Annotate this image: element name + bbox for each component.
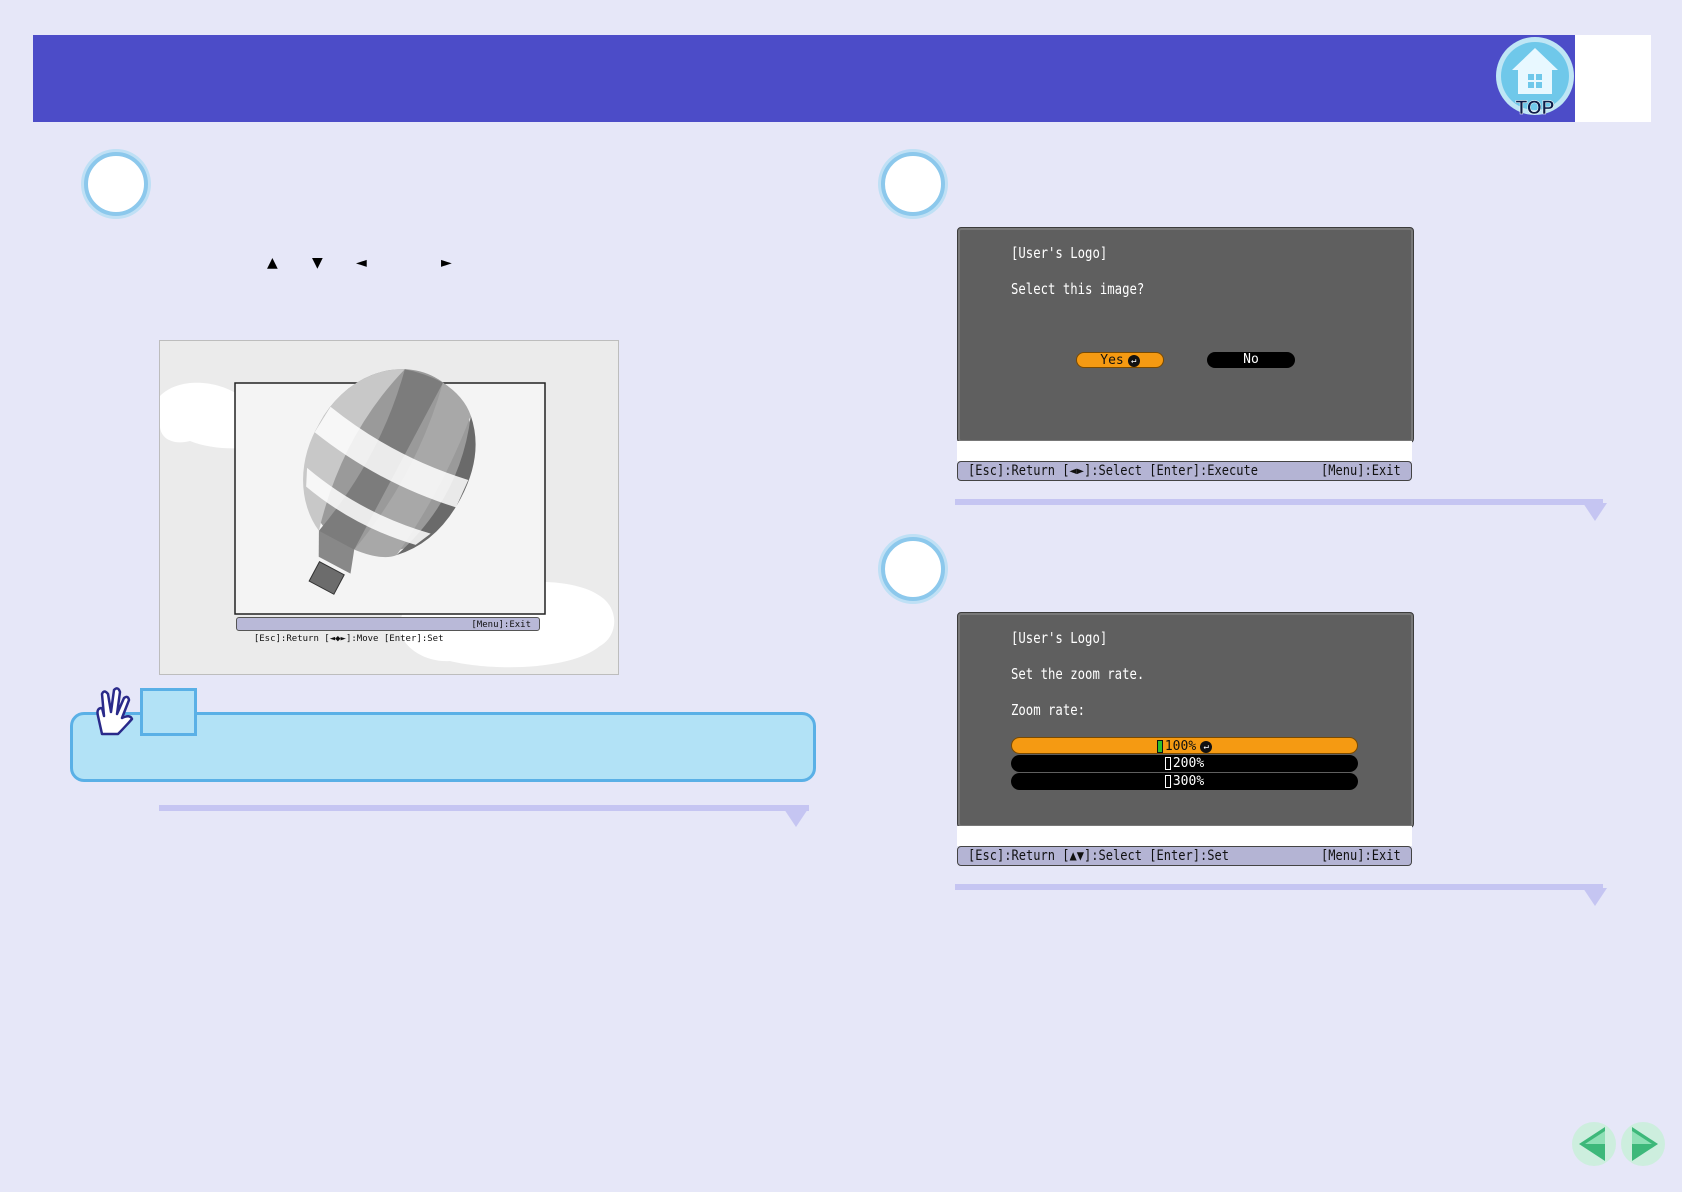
no-button[interactable]: No xyxy=(1207,352,1295,368)
down-arrow-icon: ▼ xyxy=(312,255,323,271)
left-divider-arrow-icon xyxy=(784,809,808,827)
enter-key-icon: ↵ xyxy=(1200,740,1213,753)
zoom-option-100-label: 100% xyxy=(1164,739,1197,754)
left-section-divider xyxy=(159,805,809,811)
pointing-hand-icon xyxy=(92,686,136,738)
radio-icon xyxy=(1164,775,1171,788)
zoom-option-300-label: 300% xyxy=(1172,774,1205,789)
header-bar xyxy=(33,35,1575,122)
zoom-option-100[interactable]: 100% ↵ xyxy=(1011,737,1358,754)
next-page-icon xyxy=(1621,1122,1665,1166)
balloon-help-bar: [Esc]:Return [◄◆►]:Move [Enter]:Set [Men… xyxy=(236,617,540,644)
up-arrow-icon: ▲ xyxy=(267,255,278,271)
top-home-button[interactable]: TOP xyxy=(1494,36,1576,122)
zoom-option-300[interactable]: 300% xyxy=(1011,773,1358,790)
right-arrow-icon: ► xyxy=(441,255,452,271)
enter-key-icon: ↵ xyxy=(1127,354,1140,367)
step-circle-left xyxy=(84,152,148,216)
dialog-zoom-help-bar: [Esc]:Return [▲▼]:Select [Enter]:Set [Me… xyxy=(957,846,1412,866)
dialog-zoom-label: Zoom rate: xyxy=(1011,701,1086,719)
step-circle-right-2 xyxy=(881,537,945,601)
previous-page-button[interactable] xyxy=(1571,1121,1617,1167)
previous-page-icon xyxy=(1572,1122,1616,1166)
zoom-option-200[interactable]: 200% xyxy=(1011,755,1358,772)
dialog-select-white-strip xyxy=(957,441,1412,461)
zoom-option-200-label: 200% xyxy=(1172,756,1205,771)
balloon-help-left: [Esc]:Return [◄◆►]:Move [Enter]:Set xyxy=(253,634,444,644)
yes-button-label: Yes xyxy=(1100,353,1124,368)
dialog-zoom-message: Set the zoom rate. xyxy=(1011,665,1145,683)
dialog-select-title: [User's Logo] xyxy=(1011,244,1108,262)
dialog-select-help-left: [Esc]:Return [◄►]:Select [Enter]:Execute xyxy=(968,463,1258,479)
top-label: TOP xyxy=(1515,98,1555,120)
dialog-zoom-help-right: [Menu]:Exit xyxy=(1321,848,1401,864)
tip-tab xyxy=(140,688,197,736)
right-divider-1-arrow-icon xyxy=(1583,503,1607,521)
balloon-help-right: [Menu]:Exit xyxy=(471,620,531,630)
header-page-corner xyxy=(1575,35,1651,122)
zoom-rate-dialog: [User's Logo] Set the zoom rate. Zoom ra… xyxy=(957,612,1414,828)
radio-selected-icon xyxy=(1156,740,1163,753)
dialog-select-help-bar: [Esc]:Return [◄►]:Select [Enter]:Execute… xyxy=(957,461,1412,481)
dialog-zoom-help-left: [Esc]:Return [▲▼]:Select [Enter]:Set xyxy=(968,848,1229,864)
dialog-zoom-title: [User's Logo] xyxy=(1011,629,1108,647)
dialog-select-help-right: [Menu]:Exit xyxy=(1321,463,1401,479)
radio-icon xyxy=(1164,757,1171,770)
right-divider-2-arrow-icon xyxy=(1583,888,1607,906)
right-section-divider-1 xyxy=(955,499,1603,505)
select-image-dialog: [User's Logo] Select this image? Yes ↵ No xyxy=(957,227,1414,443)
dialog-select-message: Select this image? xyxy=(1011,280,1145,298)
dialog-zoom-white-strip xyxy=(957,826,1412,846)
next-page-button[interactable] xyxy=(1620,1121,1666,1167)
left-arrow-icon: ◄ xyxy=(356,255,367,271)
step-circle-right-1 xyxy=(881,152,945,216)
right-section-divider-2 xyxy=(955,884,1603,890)
yes-button[interactable]: Yes ↵ xyxy=(1076,352,1164,368)
